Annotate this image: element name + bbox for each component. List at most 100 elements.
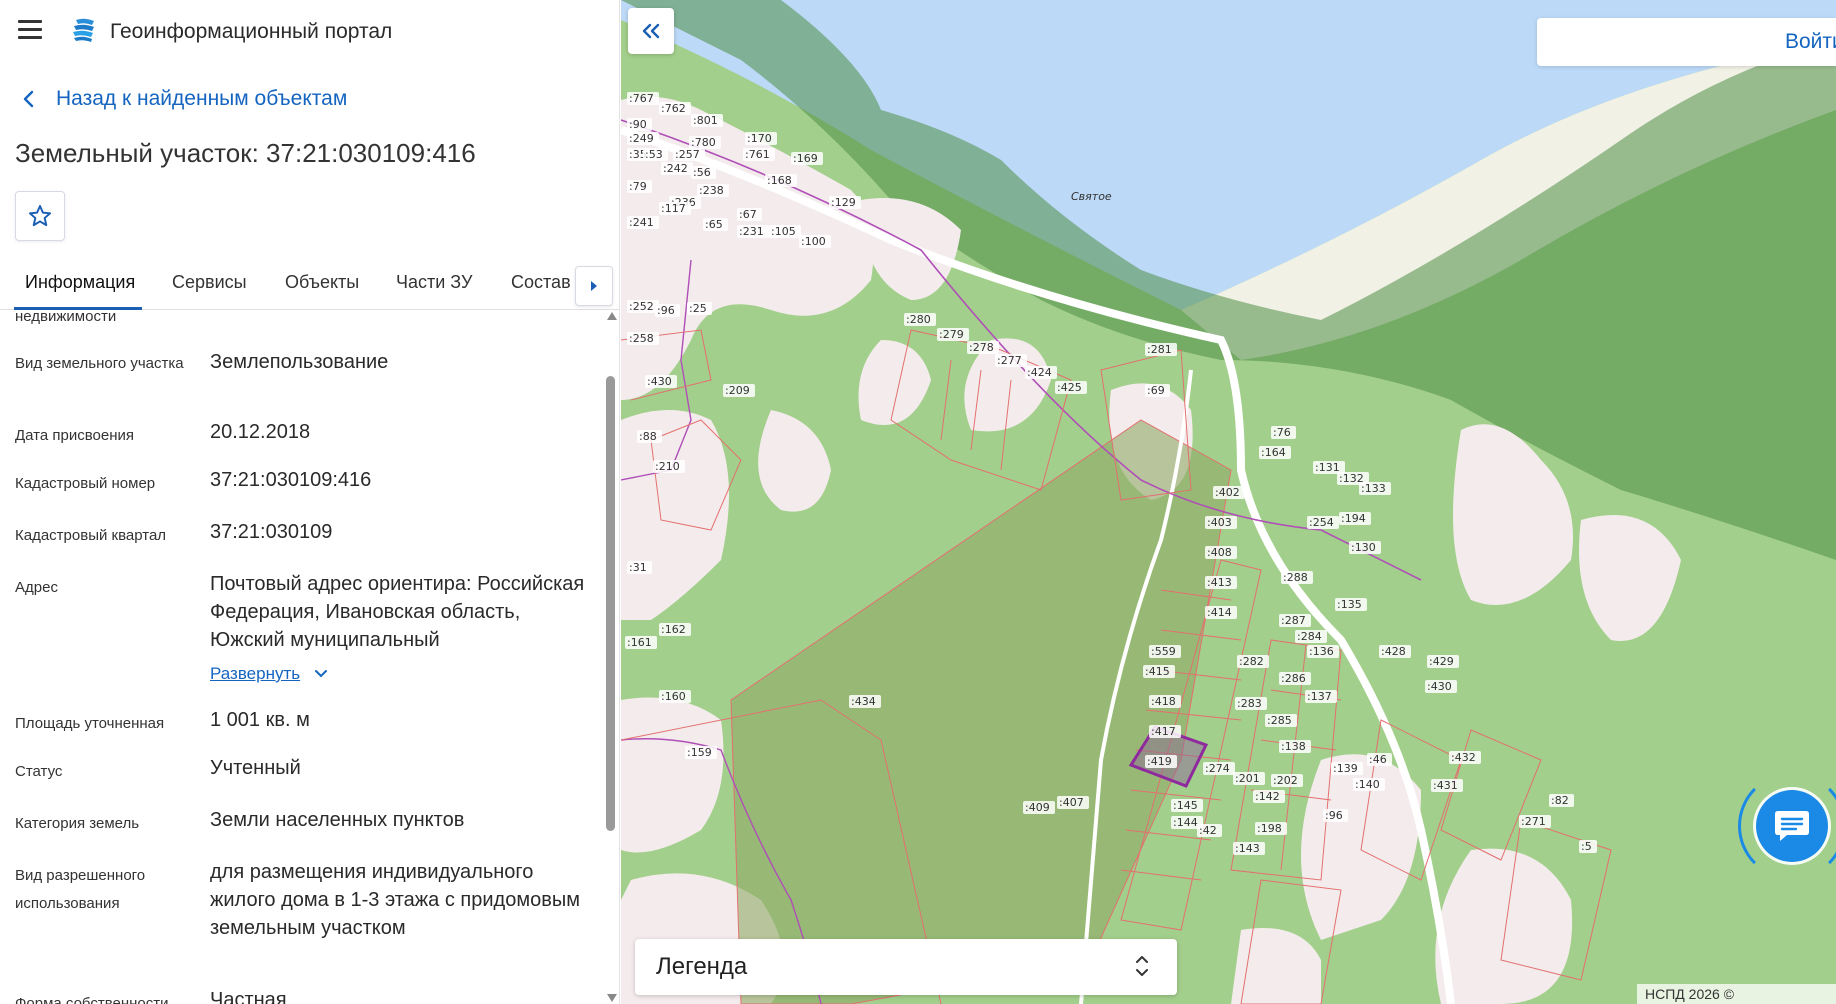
parcel-label[interactable]: :288 <box>1283 571 1308 584</box>
parcel-label[interactable]: :96 <box>1325 809 1343 822</box>
parcel-label[interactable]: :429 <box>1429 655 1454 668</box>
tab-parcel-parts[interactable]: Части ЗУ <box>396 272 472 293</box>
expand-address-link[interactable]: Развернуть <box>210 664 328 684</box>
parcel-label[interactable]: :415 <box>1145 665 1170 678</box>
parcel-label[interactable]: :139 <box>1333 762 1358 775</box>
hamburger-menu-icon[interactable] <box>18 20 42 40</box>
parcel-label[interactable]: :161 <box>627 636 652 649</box>
parcel-label[interactable]: :434 <box>851 695 876 708</box>
parcel-label[interactable]: :209 <box>725 384 750 397</box>
parcel-label[interactable]: :5 <box>1581 840 1592 853</box>
parcel-label[interactable]: :278 <box>969 341 994 354</box>
parcel-label[interactable]: :430 <box>647 375 672 388</box>
parcel-label[interactable]: :117 <box>661 202 686 215</box>
parcel-label[interactable]: :25 <box>689 302 707 315</box>
parcel-label[interactable]: :402 <box>1215 486 1240 499</box>
legend-dropdown[interactable]: Легенда <box>635 939 1177 995</box>
parcel-label[interactable]: :79 <box>629 180 647 193</box>
parcel-label[interactable]: :409 <box>1025 801 1050 814</box>
tab-composition[interactable]: Состав <box>511 272 571 293</box>
login-button[interactable]: Войти <box>1537 18 1836 66</box>
parcel-label[interactable]: :417 <box>1151 725 1176 738</box>
parcel-label[interactable]: :428 <box>1381 645 1406 658</box>
parcel-label[interactable]: :258 <box>629 332 654 345</box>
parcel-label[interactable]: :271 <box>1521 815 1546 828</box>
parcel-label[interactable]: :162 <box>661 623 686 636</box>
parcel-label[interactable]: :138 <box>1281 740 1306 753</box>
parcel-label[interactable]: :170 <box>747 132 772 145</box>
parcel-label[interactable]: :160 <box>661 690 686 703</box>
parcel-label[interactable]: :285 <box>1267 714 1292 727</box>
parcel-label[interactable]: :65 <box>705 218 723 231</box>
parcel-label[interactable]: :133 <box>1361 482 1386 495</box>
parcel-label[interactable]: :241 <box>629 216 654 229</box>
parcel-label[interactable]: :283 <box>1237 697 1262 710</box>
parcel-label[interactable]: :129 <box>831 196 856 209</box>
parcel-label[interactable]: :143 <box>1235 842 1260 855</box>
parcel-label[interactable]: :419 <box>1147 755 1172 768</box>
tabs-scroll-right-button[interactable] <box>575 266 613 306</box>
parcel-label[interactable]: :88 <box>639 430 657 443</box>
favorite-button[interactable] <box>15 191 65 241</box>
parcel-label[interactable]: :135 <box>1337 598 1362 611</box>
parcel-label[interactable]: :231 <box>739 225 764 238</box>
parcel-label[interactable]: :90 <box>629 118 647 131</box>
parcel-label[interactable]: :761 <box>745 148 770 161</box>
parcel-label[interactable]: :801 <box>693 114 718 127</box>
parcel-label[interactable]: :408 <box>1207 546 1232 559</box>
parcel-label[interactable]: :130 <box>1351 541 1376 554</box>
chat-button[interactable] <box>1756 790 1828 862</box>
parcel-label[interactable]: :431 <box>1433 779 1458 792</box>
parcel-label[interactable]: :131 <box>1315 461 1340 474</box>
parcel-label[interactable]: :257 <box>675 148 700 161</box>
parcel-label[interactable]: :142 <box>1255 790 1280 803</box>
parcel-label[interactable]: :279 <box>939 328 964 341</box>
parcel-label[interactable]: :414 <box>1207 606 1232 619</box>
parcel-label[interactable]: :76 <box>1273 426 1291 439</box>
tab-information[interactable]: Информация <box>25 272 135 293</box>
parcel-label[interactable]: :169 <box>793 152 818 165</box>
scroll-thumb[interactable] <box>606 376 615 831</box>
parcel-label[interactable]: :413 <box>1207 576 1232 589</box>
parcel-label[interactable]: :31 <box>629 561 647 574</box>
parcel-label[interactable]: :403 <box>1207 516 1232 529</box>
parcel-label[interactable]: :46 <box>1369 753 1387 766</box>
parcel-label[interactable]: :144 <box>1173 816 1198 829</box>
parcel-label[interactable]: :242 <box>663 162 688 175</box>
parcel-label[interactable]: :96 <box>657 304 675 317</box>
parcel-label[interactable]: :254 <box>1309 516 1334 529</box>
parcel-label[interactable]: :82 <box>1551 794 1569 807</box>
parcel-label[interactable]: :198 <box>1257 822 1282 835</box>
parcel-label[interactable]: :201 <box>1235 772 1260 785</box>
parcel-label[interactable]: :145 <box>1173 799 1198 812</box>
parcel-label[interactable]: :418 <box>1151 695 1176 708</box>
parcel-label[interactable]: :425 <box>1057 381 1082 394</box>
parcel-label[interactable]: :137 <box>1307 690 1332 703</box>
parcel-label[interactable]: :136 <box>1309 645 1334 658</box>
parcel-label[interactable]: :53 <box>645 148 663 161</box>
parcel-label[interactable]: :424 <box>1027 366 1052 379</box>
parcel-label[interactable]: :432 <box>1451 751 1476 764</box>
parcel-label[interactable]: :287 <box>1281 614 1306 627</box>
parcel-label[interactable]: :252 <box>629 300 654 313</box>
parcel-label[interactable]: :286 <box>1281 672 1306 685</box>
parcel-label[interactable]: :559 <box>1151 645 1176 658</box>
parcel-label[interactable]: :284 <box>1297 630 1322 643</box>
parcel-label[interactable]: :100 <box>801 235 826 248</box>
parcel-label[interactable]: :67 <box>739 208 757 221</box>
panel-scrollbar[interactable] <box>604 310 618 1004</box>
parcel-label[interactable]: :159 <box>687 746 712 759</box>
parcel-label[interactable]: :105 <box>771 225 796 238</box>
parcel-label[interactable]: :202 <box>1273 774 1298 787</box>
parcel-label[interactable]: :164 <box>1261 446 1286 459</box>
parcel-label[interactable]: :42 <box>1199 824 1217 837</box>
back-to-results-link[interactable]: Назад к найденным объектам <box>22 87 347 111</box>
parcel-label[interactable]: :762 <box>661 102 686 115</box>
tab-services[interactable]: Сервисы <box>172 272 247 293</box>
parcel-label[interactable]: :281 <box>1147 343 1172 356</box>
map-canvas[interactable]: Святое :767:762:801:90:249:780:170:35:53… <box>621 0 1836 1004</box>
tab-objects[interactable]: Объекты <box>285 272 359 293</box>
parcel-label[interactable]: :407 <box>1059 796 1084 809</box>
parcel-label[interactable]: :69 <box>1147 384 1165 397</box>
collapse-panel-button[interactable] <box>628 8 674 54</box>
